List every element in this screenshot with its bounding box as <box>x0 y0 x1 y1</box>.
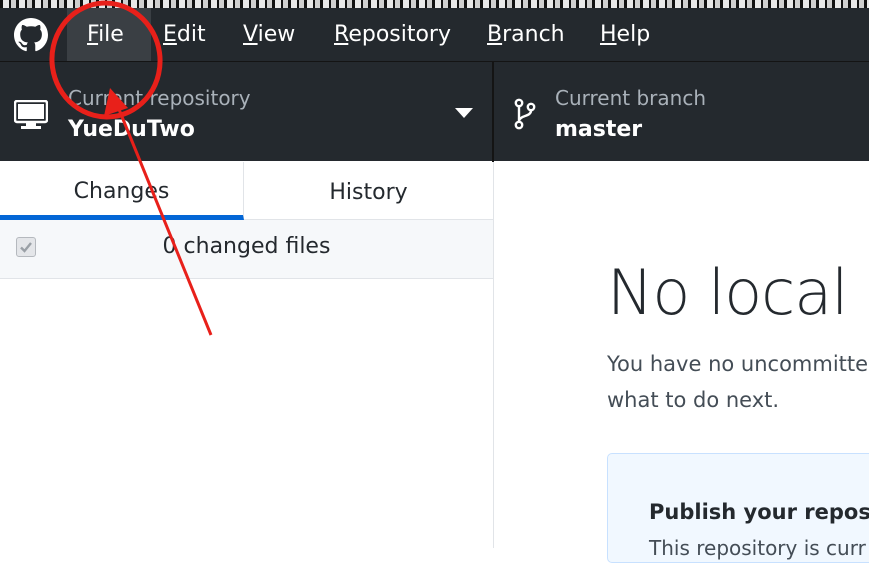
description-line-2: what to do next. <box>607 388 780 412</box>
sidebar: Changes History 0 changed files <box>0 162 494 548</box>
blank-slate-title: No local c <box>607 256 869 329</box>
tab-history[interactable]: History <box>244 162 493 220</box>
main-content: No local c You have no uncommitte what t… <box>495 162 869 563</box>
menu-view[interactable]: View <box>237 8 301 61</box>
menu-help[interactable]: Help <box>594 8 656 61</box>
current-repository-name: YueDuTwo <box>68 117 195 142</box>
blank-slate-description: You have no uncommitte what to do next. <box>607 346 869 418</box>
publish-repository-card: Publish your reposito This repository is… <box>607 453 869 563</box>
current-repository-button[interactable]: Current repository YueDuTwo <box>0 62 494 162</box>
menu-file[interactable]: File <box>67 8 151 61</box>
github-octocat-icon[interactable] <box>14 18 48 52</box>
current-branch-name: master <box>555 117 643 142</box>
current-branch-button[interactable]: Current branch master <box>494 62 869 162</box>
changed-files-count: 0 changed files <box>162 234 331 259</box>
window-top-strip <box>0 0 869 8</box>
description-line-1: You have no uncommitte <box>607 352 869 376</box>
publish-card-subtitle: This repository is curr <box>649 536 866 560</box>
menu-edit[interactable]: Edit <box>157 8 212 61</box>
toolbar: Current repository YueDuTwo Current bran… <box>0 61 869 162</box>
menu-bar: File Edit View Repository Branch Help <box>0 8 869 61</box>
current-branch-label: Current branch <box>555 86 706 110</box>
changed-files-header: 0 changed files <box>0 220 493 279</box>
chevron-down-icon <box>455 108 473 118</box>
desktop-computer-icon <box>14 100 48 129</box>
current-repository-label: Current repository <box>68 86 251 110</box>
menu-repository[interactable]: Repository <box>328 8 457 61</box>
menu-branch[interactable]: Branch <box>481 8 571 61</box>
publish-card-title: Publish your reposito <box>649 500 869 524</box>
git-branch-icon <box>514 98 536 130</box>
tab-changes[interactable]: Changes <box>0 162 244 220</box>
